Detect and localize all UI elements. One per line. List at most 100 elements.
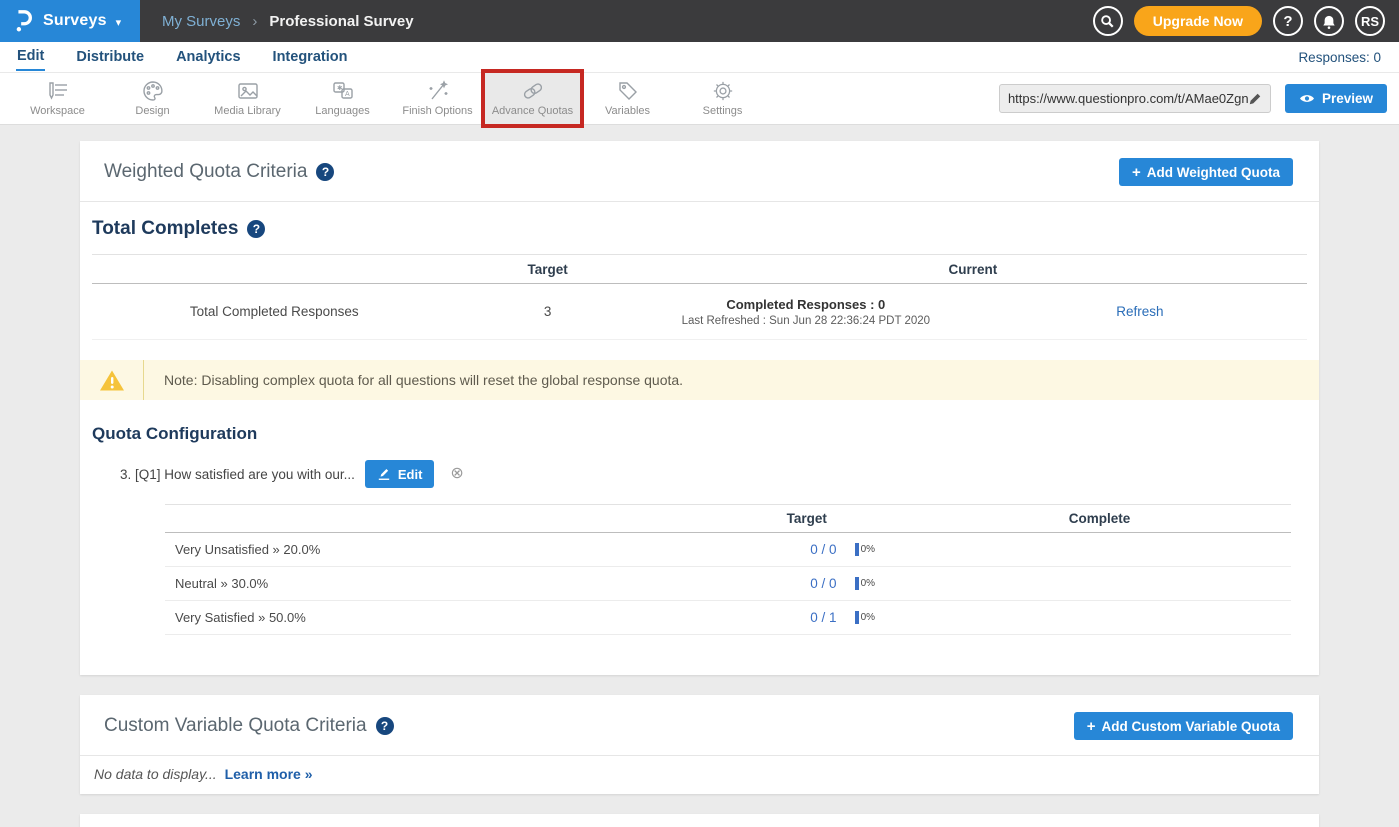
help-icon[interactable]: ? <box>316 163 334 181</box>
quota-note-banner: Note: Disabling complex quota for all qu… <box>80 360 1319 400</box>
quota-configuration-title: Quota Configuration <box>80 400 1319 450</box>
table-row: Very Unsatisfied » 20.0% 0 / 0 0% <box>165 533 1291 567</box>
topbar: Surveys ▾ My Surveys › Professional Surv… <box>0 0 1399 42</box>
col-current-header: Current <box>639 262 1307 277</box>
quota-configuration-title-text: Quota Configuration <box>92 424 257 444</box>
table-row: Very Satisfied » 50.0% 0 / 1 0% <box>165 601 1291 635</box>
preview-label: Preview <box>1322 91 1373 106</box>
toolbar-item-settings[interactable]: Settings <box>675 73 770 124</box>
toolbar-item-design[interactable]: Design <box>105 73 200 124</box>
weighted-quota-header: Weighted Quota Criteria ? + Add Weighted… <box>80 141 1319 202</box>
warning-icon-wrap <box>80 369 143 392</box>
last-refreshed-timestamp: Last Refreshed : Sun Jun 28 22:36:24 PDT… <box>639 315 973 327</box>
advanced-quota-header: Advanced Quota Control ? + Add Advanced … <box>80 814 1319 827</box>
edit-toolbar: Workspace Design Media Library ✱ A <box>0 73 1399 125</box>
chevron-down-icon: ▾ <box>116 16 122 29</box>
percent-bar <box>855 611 859 624</box>
custom-variable-quota-title: Custom Variable Quota Criteria ? <box>104 715 394 737</box>
target-value: 3 <box>457 304 639 319</box>
bell-icon <box>1322 14 1336 29</box>
quota-question-row: 3. [Q1] How satisfied are you with our..… <box>120 460 1319 488</box>
quota-row-target: 0 / 0 <box>705 542 840 557</box>
questionpro-logo-icon <box>12 9 34 33</box>
quota-row-target: 0 / 1 <box>705 610 840 625</box>
no-data-row: No data to display... Learn more » <box>80 756 1319 794</box>
current-info: Completed Responses : 0 Last Refreshed :… <box>639 297 973 327</box>
translate-icon: ✱ A <box>331 80 355 102</box>
percent-value: 0% <box>861 578 875 589</box>
total-completes-title: Total Completes ? <box>80 202 1319 250</box>
search-icon <box>1100 14 1115 29</box>
add-weighted-quota-button[interactable]: + Add Weighted Quota <box>1119 158 1293 186</box>
toolbar-right: Preview <box>999 73 1399 124</box>
refresh-link[interactable]: Refresh <box>1116 304 1163 319</box>
tab-edit[interactable]: Edit <box>16 44 45 71</box>
svg-text:✱: ✱ <box>337 84 343 92</box>
weighted-quota-title: Weighted Quota Criteria ? <box>104 161 334 183</box>
topbar-actions: Upgrade Now ? RS <box>1093 0 1399 42</box>
toolbar-item-label: Media Library <box>214 105 281 117</box>
table-row: Total Completed Responses 3 Completed Re… <box>92 284 1307 340</box>
toolbar-item-languages[interactable]: ✱ A Languages <box>295 73 390 124</box>
remove-quota-icon[interactable]: ⊗ <box>450 466 463 482</box>
add-custom-variable-quota-button[interactable]: + Add Custom Variable Quota <box>1074 712 1293 740</box>
toolbar-item-label: Finish Options <box>402 105 472 117</box>
product-switcher[interactable]: Surveys ▾ <box>0 0 140 42</box>
toolbar-item-finish-options[interactable]: Finish Options <box>390 73 485 124</box>
chain-link-icon <box>521 80 545 102</box>
add-custom-variable-quota-label: Add Custom Variable Quota <box>1101 719 1280 734</box>
help-button[interactable]: ? <box>1273 6 1303 36</box>
total-completes-table-head: Target Current <box>92 254 1307 284</box>
learn-more-link[interactable]: Learn more » <box>225 766 313 782</box>
search-button[interactable] <box>1093 6 1123 36</box>
tab-distribute[interactable]: Distribute <box>75 45 145 70</box>
survey-url-box <box>999 84 1271 113</box>
tab-integration[interactable]: Integration <box>272 45 349 70</box>
toolbar-item-label: Settings <box>703 105 743 117</box>
toolbar-item-variables[interactable]: Variables <box>580 73 675 124</box>
percent-bar <box>855 577 859 590</box>
question-label: 3. [Q1] How satisfied are you with our..… <box>120 467 355 482</box>
notifications-button[interactable] <box>1314 6 1344 36</box>
table-row: Neutral » 30.0% 0 / 0 0% <box>165 567 1291 601</box>
col-complete-header: Complete <box>908 511 1291 526</box>
breadcrumb-my-surveys[interactable]: My Surveys <box>162 13 240 30</box>
toolbar-item-advance-quotas[interactable]: Advance Quotas <box>485 73 580 124</box>
nav-tab-bar: Edit Distribute Analytics Integration Re… <box>0 42 1399 73</box>
eye-icon <box>1299 93 1315 104</box>
survey-url-input[interactable] <box>1008 91 1248 106</box>
percent-bar <box>855 543 859 556</box>
warning-triangle-icon <box>99 369 125 392</box>
toolbar-item-label: Variables <box>605 105 650 117</box>
quota-note-text: Note: Disabling complex quota for all qu… <box>143 360 683 400</box>
edit-quota-label: Edit <box>398 467 423 482</box>
total-completed-responses-label: Total Completed Responses <box>92 304 457 319</box>
toolbar-item-label: Workspace <box>30 105 85 117</box>
quota-row-progress: 0% <box>841 577 931 590</box>
tab-analytics[interactable]: Analytics <box>175 45 241 70</box>
quota-row-target: 0 / 0 <box>705 576 840 591</box>
quota-config-table-head: Target Complete <box>165 504 1291 533</box>
quota-row-label: Neutral » 30.0% <box>165 576 705 591</box>
toolbar-item-workspace[interactable]: Workspace <box>10 73 105 124</box>
preview-button[interactable]: Preview <box>1285 84 1387 113</box>
upgrade-now-button[interactable]: Upgrade Now <box>1134 6 1262 36</box>
no-data-text: No data to display... <box>94 766 217 782</box>
help-icon[interactable]: ? <box>376 717 394 735</box>
quota-row-progress: 0% <box>841 611 931 624</box>
quota-config-table: Target Complete Very Unsatisfied » 20.0%… <box>165 504 1291 675</box>
breadcrumb-current-survey: Professional Survey <box>269 13 413 30</box>
percent-value: 0% <box>861 544 875 555</box>
toolbar-item-media-library[interactable]: Media Library <box>200 73 295 124</box>
product-label: Surveys <box>43 12 107 30</box>
breadcrumb-separator-icon: › <box>252 13 257 30</box>
edit-quota-button[interactable]: Edit <box>365 460 435 488</box>
edit-url-pencil-icon[interactable] <box>1248 92 1262 106</box>
breadcrumb: My Surveys › Professional Survey <box>140 0 414 42</box>
avatar-initials: RS <box>1361 14 1379 29</box>
quota-row-progress: 0% <box>841 543 931 556</box>
help-icon[interactable]: ? <box>247 220 265 238</box>
responses-count[interactable]: Responses: 0 <box>1298 50 1381 65</box>
user-avatar[interactable]: RS <box>1355 6 1385 36</box>
gear-icon <box>711 80 735 102</box>
